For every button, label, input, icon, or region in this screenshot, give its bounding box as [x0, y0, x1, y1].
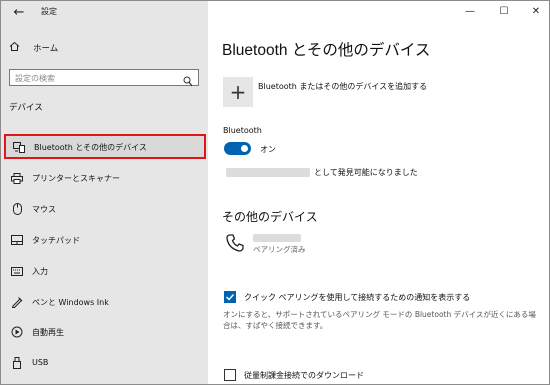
search-placeholder: 設定の検索	[15, 74, 55, 83]
bluetooth-toggle[interactable]	[224, 142, 251, 155]
keyboard-icon	[10, 265, 24, 277]
redacted-device-name	[226, 168, 310, 177]
toggle-state: オン	[260, 145, 276, 154]
home-link[interactable]: ホーム	[9, 40, 58, 56]
home-label: ホーム	[33, 44, 59, 54]
sidebar-item-printers[interactable]: プリンターとスキャナー	[1, 167, 208, 189]
bluetooth-label: Bluetooth	[223, 126, 262, 135]
sidebar: ← 設定 ホーム 設定の検索 デバイス Bluetooth とその他のデバイス	[1, 1, 208, 384]
sidebar-item-label: マウス	[32, 205, 56, 214]
sidebar-item-label: プリンターとスキャナー	[32, 174, 120, 183]
plus-icon: +	[229, 80, 247, 104]
toggle-knob	[241, 145, 248, 152]
printer-icon	[10, 172, 24, 184]
sidebar-item-mouse[interactable]: マウス	[1, 198, 208, 220]
phone-icon[interactable]	[225, 233, 245, 253]
add-device-label[interactable]: Bluetooth またはその他のデバイスを追加する	[258, 81, 427, 92]
metered-download-label[interactable]: 従量制課金接続でのダウンロード	[244, 370, 364, 381]
swift-pair-description: オンにすると、サポートされているペアリング モードの Bluetooth デバイ…	[223, 310, 536, 330]
mouse-icon	[10, 203, 24, 215]
pen-icon	[10, 296, 24, 308]
home-icon	[9, 41, 23, 55]
metered-download-checkbox[interactable]	[224, 369, 236, 381]
section-header: デバイス	[9, 103, 43, 113]
sidebar-item-touchpad[interactable]: タッチパッド	[1, 229, 208, 251]
add-device-button[interactable]: +	[223, 77, 253, 107]
device-status: ペアリング済み	[253, 245, 306, 254]
discoverable-text: として発見可能になりました	[314, 168, 418, 177]
sidebar-item-pen[interactable]: ペンと Windows Ink	[1, 291, 208, 313]
sidebar-item-label: 自動再生	[32, 328, 64, 337]
sidebar-item-input[interactable]: 入力	[1, 260, 208, 282]
redacted-device-title[interactable]	[253, 234, 301, 242]
sidebar-item-label: USB	[32, 358, 49, 367]
sidebar-item-label: ペンと Windows Ink	[32, 298, 109, 307]
sidebar-item-usb[interactable]: USB	[1, 352, 208, 374]
sidebar-item-autoplay[interactable]: 自動再生	[1, 321, 208, 343]
sidebar-item-label: 入力	[32, 267, 48, 276]
sidebar-item-label: タッチパッド	[32, 236, 80, 245]
back-arrow-icon[interactable]: ←	[10, 5, 28, 21]
autoplay-icon	[10, 326, 24, 338]
maximize-button[interactable]: ☐	[493, 3, 515, 21]
swift-pair-checkbox[interactable]	[224, 291, 236, 303]
sidebar-item-bluetooth[interactable]: Bluetooth とその他のデバイス	[4, 134, 206, 159]
window-title: 設定	[41, 7, 57, 16]
search-input[interactable]: 設定の検索	[9, 69, 199, 87]
search-icon[interactable]	[183, 72, 193, 87]
close-button[interactable]: ✕	[525, 3, 547, 21]
settings-window: ← 設定 ホーム 設定の検索 デバイス Bluetooth とその他のデバイス	[0, 0, 550, 385]
minimize-button[interactable]: —	[459, 3, 481, 21]
sidebar-item-label: Bluetooth とその他のデバイス	[34, 143, 147, 152]
bluetooth-devices-icon	[12, 141, 26, 153]
page-title: Bluetooth とその他のデバイス	[222, 42, 431, 59]
touchpad-icon	[10, 234, 24, 246]
main-panel: — ☐ ✕ Bluetooth とその他のデバイス + Bluetooth また…	[208, 1, 549, 384]
swift-pair-label[interactable]: クイック ペアリングを使用して接続するための通知を表示する	[244, 292, 470, 303]
usb-icon	[10, 357, 24, 369]
other-devices-header: その他のデバイス	[222, 210, 318, 224]
